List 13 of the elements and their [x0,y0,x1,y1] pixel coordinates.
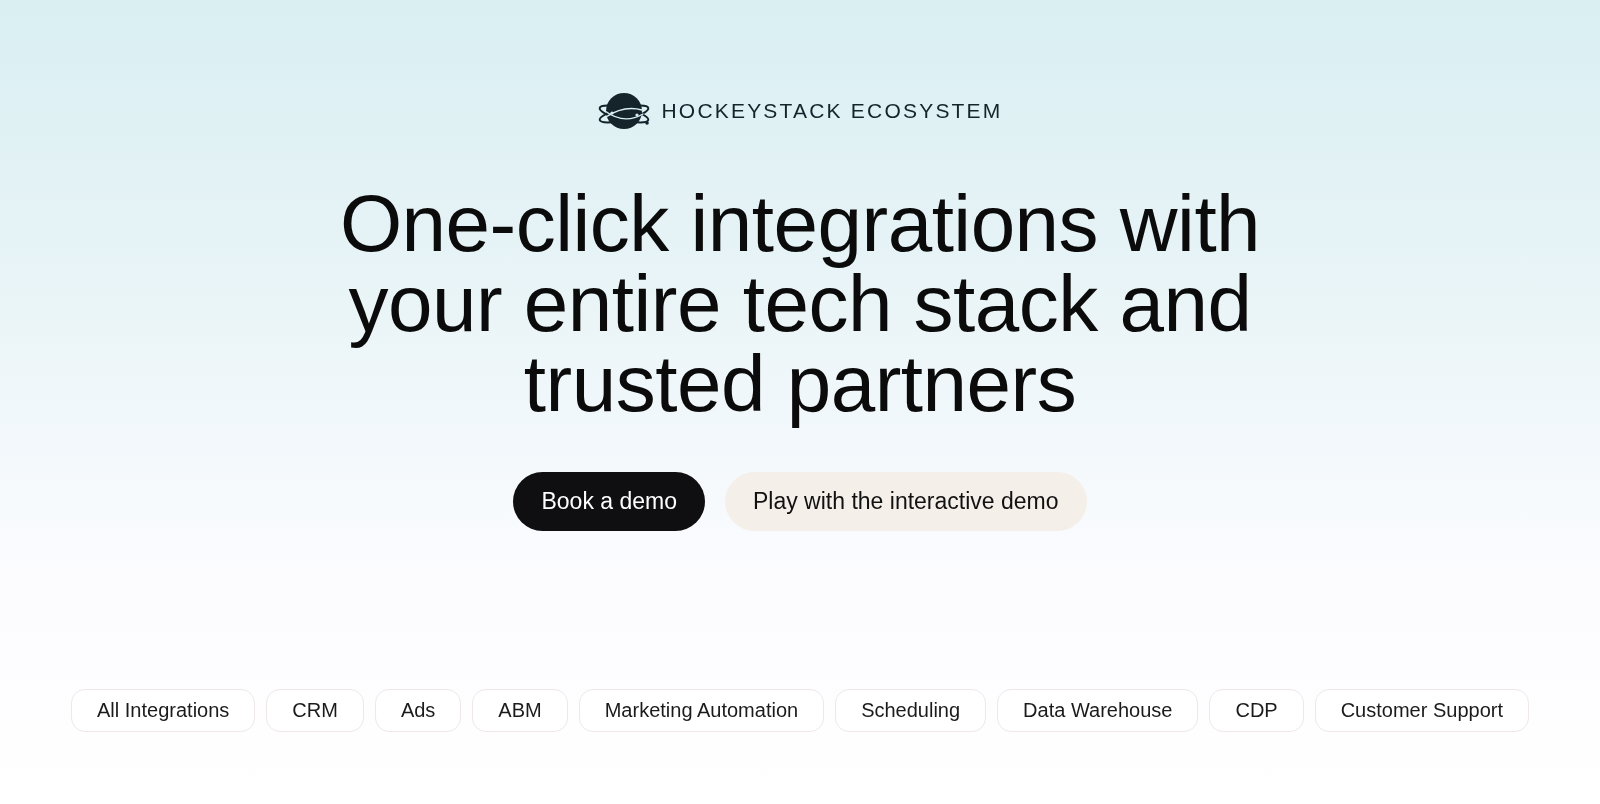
category-filter-tab[interactable]: CRM [266,689,364,732]
category-filter-tab[interactable]: All Integrations [71,689,256,732]
category-filter-tab[interactable]: Marketing Automation [578,689,825,732]
primary-demo-button[interactable]: Book a demo [513,472,705,531]
planet-logo-icon [597,91,652,131]
interactive-demo-button[interactable]: Play with the interactive demo [725,472,1087,531]
category-filter-tab[interactable]: Scheduling [835,689,987,732]
category-filter-tab[interactable]: ABM [472,689,568,732]
brand-name: HOCKEYSTACK ECOSYSTEM [661,99,1003,123]
category-filter-tab[interactable]: Data Warehouse [997,689,1199,732]
category-filter-tab[interactable]: CDP [1209,689,1304,732]
category-filter-tab[interactable]: Ads [374,689,462,732]
category-filter-tab[interactable]: Customer Support [1314,689,1529,732]
